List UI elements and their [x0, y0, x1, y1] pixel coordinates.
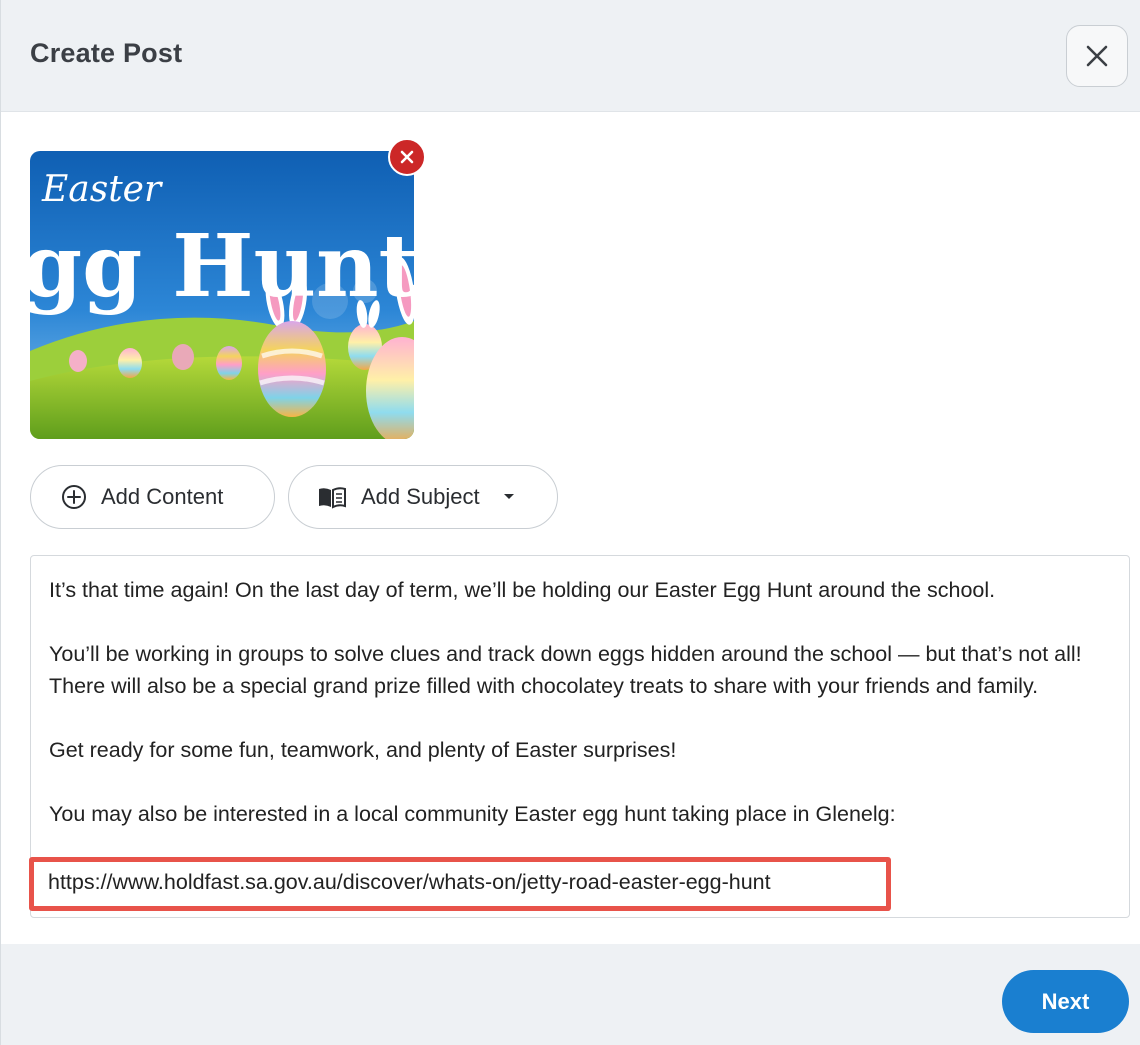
close-icon [1086, 45, 1108, 67]
close-button[interactable] [1066, 25, 1128, 87]
caret-down-icon [502, 492, 516, 502]
add-subject-button[interactable]: Add Subject [288, 465, 558, 529]
image-headline-text: gg Hunt [30, 216, 414, 317]
attached-image: Easter gg Hunt [30, 151, 414, 439]
post-paragraph: Get ready for some fun, teamwork, and pl… [49, 738, 677, 762]
add-subject-label: Add Subject [361, 484, 480, 509]
post-paragraph: It’s that time again! On the last day of… [49, 578, 996, 602]
easter-egg-hunt-image: Easter gg Hunt [30, 151, 414, 439]
post-paragraph: You’ll be working in groups to solve clu… [49, 642, 1082, 698]
modal-header: Create Post [1, 0, 1140, 112]
image-script-text: Easter [41, 169, 163, 210]
post-link[interactable]: https://www.holdfast.sa.gov.au/discover/… [48, 866, 771, 898]
post-paragraph: You may also be interested in a local co… [49, 802, 896, 826]
create-post-modal: Create Post Easter gg Hunt Add Content A… [0, 0, 1140, 1045]
plus-circle-icon [61, 484, 87, 510]
remove-image-button[interactable] [388, 138, 426, 176]
book-icon [317, 485, 347, 509]
close-icon [400, 150, 414, 164]
add-content-label: Add Content [101, 484, 224, 509]
modal-footer [1, 944, 1140, 1045]
add-content-button[interactable]: Add Content [30, 465, 275, 529]
next-button[interactable]: Next [1002, 970, 1129, 1033]
modal-title: Create Post [30, 38, 183, 68]
